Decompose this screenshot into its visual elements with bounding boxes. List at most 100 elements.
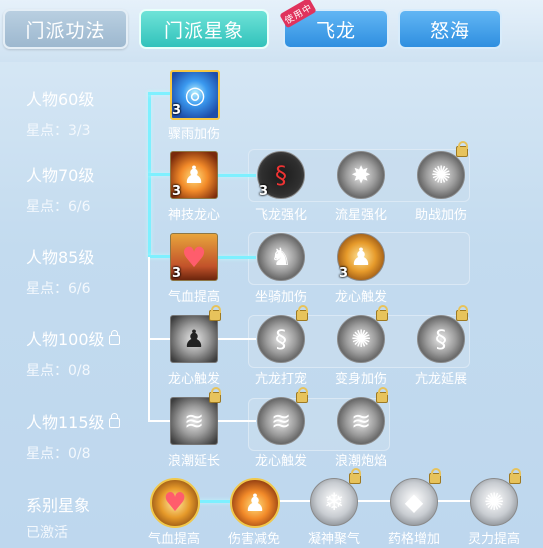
- skill-label: 骤雨加伤: [167, 127, 220, 142]
- spirit-icon: ✺: [417, 151, 465, 199]
- lock-icon: [108, 330, 120, 345]
- series-node[interactable]: ❄: [310, 468, 361, 526]
- level-100: 人物100级 星点：0/8: [26, 326, 120, 380]
- level-60: 人物60级 星点：3/3: [26, 86, 94, 140]
- skill-label: 飞龙强化: [254, 208, 307, 223]
- level-70: 人物70级 星点：6/6: [26, 162, 94, 216]
- skill-node[interactable]: ✺: [337, 305, 388, 363]
- connector-line: [218, 338, 256, 340]
- tab-feilong[interactable]: 使用中 飞龙: [279, 0, 389, 49]
- series-node[interactable]: ♥: [150, 478, 200, 528]
- level-title: 人物100级: [26, 326, 120, 350]
- tab-label: 门派星象: [163, 19, 244, 42]
- skill-node[interactable]: §: [257, 305, 308, 363]
- snowflake-icon: ❄: [310, 478, 358, 526]
- tab-label: 怒海: [429, 19, 470, 42]
- skill-label: 龙心触发: [254, 454, 307, 469]
- mount-icon: ♞: [257, 233, 305, 281]
- skill-node[interactable]: ♥ 3: [170, 233, 218, 281]
- skill-label: 坐骑加伤: [254, 290, 307, 305]
- wave-icon: ≋: [170, 397, 218, 445]
- level-stars: 星点：0/8: [26, 446, 91, 462]
- connector-line: [218, 420, 256, 422]
- series-title: 系别星象: [26, 496, 91, 515]
- lock-icon: [456, 305, 468, 321]
- dragon-icon: §: [257, 315, 305, 363]
- series-section: 系别星象 已激活: [26, 492, 90, 542]
- wave-icon: ≋: [257, 397, 305, 445]
- skill-label: 浪潮延长: [167, 454, 220, 469]
- level-title: 人物70级: [26, 166, 95, 185]
- connector-line: [275, 500, 315, 502]
- skill-node[interactable]: ≋: [337, 387, 388, 445]
- series-label: 伤害减免: [227, 532, 280, 547]
- skill-label: 浪潮炮焰: [334, 454, 387, 469]
- skill-node[interactable]: ♟ 3: [170, 151, 218, 199]
- skill-label: 神技龙心: [167, 208, 220, 223]
- lock-icon: [209, 305, 221, 321]
- series-node[interactable]: ♟: [230, 478, 280, 528]
- series-node[interactable]: ◆: [390, 468, 441, 526]
- connector-line: [435, 500, 475, 502]
- spirit-icon: ✺: [337, 315, 385, 363]
- skill-label: 流星强化: [334, 208, 387, 223]
- shield-figure-icon: ♟: [230, 478, 280, 528]
- crystal-icon: ◆: [390, 478, 438, 526]
- series-label: 气血提高: [147, 532, 200, 547]
- in-use-badge: 使用中: [279, 0, 317, 29]
- level-stars: 星点：0/8: [26, 363, 91, 379]
- skill-node[interactable]: ≋: [170, 387, 221, 445]
- skill-node[interactable]: § 3: [257, 151, 305, 199]
- lock-icon: [108, 413, 120, 428]
- skill-label: 助战加伤: [414, 208, 467, 223]
- level-stars: 星点：6/6: [26, 199, 91, 215]
- tab-bar: 门派功法 门派星象 使用中 飞龙 怒海: [0, 0, 543, 62]
- lock-icon: [456, 141, 468, 157]
- tab-label: 门派功法: [25, 19, 106, 42]
- connector-line: [195, 500, 235, 503]
- skill-node[interactable]: ✺: [417, 141, 468, 199]
- series-label: 凝神聚气: [307, 532, 360, 547]
- tab-label: 飞龙: [315, 19, 356, 42]
- skill-node[interactable]: ◎ 3: [170, 70, 220, 120]
- connector-line: [148, 255, 170, 258]
- skill-node[interactable]: ≋: [257, 387, 308, 445]
- connector-line: [148, 173, 170, 176]
- warrior-icon: ♟: [170, 315, 218, 363]
- connector-line: [148, 420, 170, 422]
- level-115: 人物115级 星点：0/8: [26, 409, 120, 463]
- skill-label: 亢龙打宠: [254, 372, 307, 387]
- series-label: 灵力提高: [467, 532, 520, 547]
- skill-node[interactable]: ♟ 3: [337, 233, 385, 281]
- tab-nuhai[interactable]: 怒海: [398, 9, 502, 49]
- wave-icon: ≋: [337, 397, 385, 445]
- lock-icon: [376, 387, 388, 403]
- tab-sect-constellation[interactable]: 门派星象: [139, 9, 269, 49]
- series-label: 药格增加: [387, 532, 440, 547]
- level-85: 人物85级 星点：6/6: [26, 244, 94, 298]
- skill-node[interactable]: ♞: [257, 233, 305, 281]
- skill-label: 龙心触发: [334, 290, 387, 305]
- skill-label: 龙心触发: [167, 372, 220, 387]
- level-title: 人物115级: [26, 409, 120, 433]
- skill-label: 变身加伤: [334, 372, 387, 387]
- skill-label: 气血提高: [167, 290, 220, 305]
- tab-sect-skills[interactable]: 门派功法: [3, 9, 128, 49]
- connector-line: [148, 92, 170, 95]
- level-title: 人物85级: [26, 248, 95, 267]
- connector-line: [355, 500, 395, 502]
- lock-icon: [429, 468, 441, 484]
- skill-node[interactable]: §: [417, 305, 468, 363]
- lock-icon: [349, 468, 361, 484]
- sun-hand-icon: ✺: [470, 478, 518, 526]
- series-node[interactable]: ✺: [470, 468, 521, 526]
- skill-node[interactable]: ♟: [170, 305, 221, 363]
- series-status: 已激活: [26, 525, 68, 541]
- level-stars: 星点：3/3: [26, 123, 91, 139]
- meteor-icon: ✸: [337, 151, 385, 199]
- skill-node[interactable]: ✸: [337, 151, 385, 199]
- lock-icon: [209, 387, 221, 403]
- lock-icon: [296, 305, 308, 321]
- connector-line: [218, 256, 256, 259]
- lock-icon: [296, 387, 308, 403]
